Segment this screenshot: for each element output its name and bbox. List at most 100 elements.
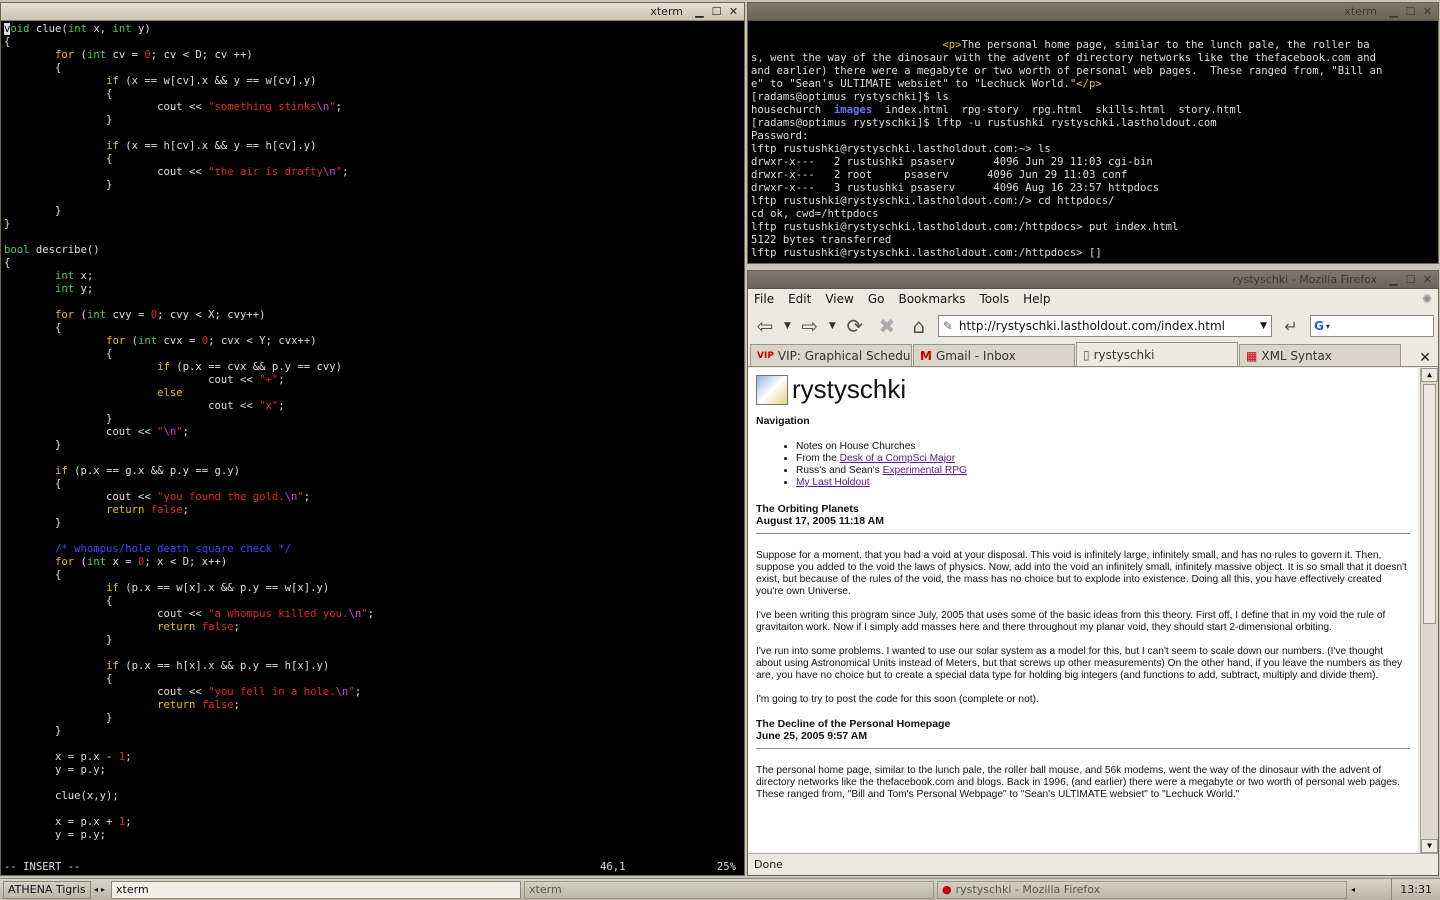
- taskbar-item-firefox[interactable]: ● rystyschki - Mozilla Firefox: [937, 880, 1348, 899]
- code-line: x = p.x + 1;: [4, 816, 132, 828]
- nav-link-rpg[interactable]: Experimental RPG: [883, 465, 967, 476]
- navigation-toolbar: ⇦ ▼ ⇨ ▼ ⟳ ✖ ⌂ ✎ http://rystyschki.lastho…: [748, 309, 1438, 343]
- scroll-up-icon[interactable]: ▲: [1421, 368, 1438, 382]
- code-line: cout << "x";: [4, 400, 285, 412]
- code-line: if (x == w[cv].x && y == w[cv].y): [106, 75, 317, 87]
- code-line: else: [157, 387, 183, 399]
- nav-item: Russ's and Sean's Experimental RPG: [796, 465, 1410, 477]
- minimize-icon[interactable]: ▁: [1387, 273, 1400, 286]
- scroll-thumb[interactable]: [1423, 384, 1436, 624]
- taskbar-item-athena[interactable]: ATHENA Tigris: [3, 880, 91, 899]
- shell-line: lftp rustushki@rystyschki.lastholdout.co…: [751, 143, 1051, 155]
- code-line: return false;: [106, 504, 190, 516]
- close-icon[interactable]: ✕: [1421, 5, 1434, 18]
- url-text[interactable]: http://rystyschki.lastholdout.com/index.…: [959, 319, 1225, 333]
- vim-window-titlebar[interactable]: xterm ▁ ☐ ✕: [1, 3, 744, 21]
- code-line: {: [4, 153, 113, 165]
- page-content: rystyschki Navigation Notes on House Chu…: [748, 368, 1418, 853]
- shell-xterm-window[interactable]: xterm ▁ ☐ ✕ <p>The personal home page, s…: [747, 2, 1439, 264]
- shell-line: housechurch images index.html rpg-story …: [751, 104, 1243, 116]
- url-dropdown-icon[interactable]: ▼: [1260, 321, 1267, 331]
- scroll-down-icon[interactable]: ▼: [1421, 839, 1438, 853]
- page-scrollbar[interactable]: ▲ ▼: [1420, 368, 1438, 853]
- vim-editor-buffer[interactable]: void clue(int x, int y){ for (int cv = 0…: [1, 21, 744, 857]
- nav-link-last-holdout[interactable]: My Last Holdout: [796, 477, 870, 488]
- close-icon[interactable]: ✕: [727, 5, 740, 18]
- post-paragraph: I've run into some problems. I wanted to…: [756, 646, 1403, 681]
- menu-tools[interactable]: Tools: [980, 292, 1010, 306]
- code-line: {: [4, 257, 11, 269]
- maximize-icon[interactable]: ☐: [1404, 5, 1417, 18]
- taskbar-item-xterm[interactable]: xterm: [524, 880, 935, 899]
- site-logo: [756, 374, 788, 405]
- vim-xterm-window[interactable]: xterm ▁ ☐ ✕ void clue(int x, int y){ for…: [0, 2, 745, 876]
- search-input[interactable]: G ▾: [1310, 315, 1434, 337]
- post-paragraph: I've been writing this program since Jul…: [756, 610, 1386, 633]
- page-proxy-icon[interactable]: ✎: [943, 319, 953, 333]
- taskbar: ATHENA Tigris ◂ ▸ xterm xterm ● rystyschk…: [0, 878, 1440, 900]
- firefox-window[interactable]: rystyschki - Mozilla Firefox ▁ ☐ ✕ File …: [747, 270, 1439, 876]
- pager-right-icon[interactable]: ▸: [101, 885, 105, 894]
- minimize-icon[interactable]: ▁: [693, 5, 706, 18]
- tab-rystyschki[interactable]: ▯ rystyschki: [1076, 342, 1238, 366]
- vim-cursor-position: 46,1: [600, 861, 626, 873]
- vim-status-line: -- INSERT -- 46,1 25%: [4, 861, 736, 873]
- code-line: }: [4, 439, 62, 451]
- taskbar-item-xterm-active[interactable]: xterm: [111, 880, 522, 899]
- close-tab-icon[interactable]: ✕: [1414, 350, 1436, 366]
- reload-icon[interactable]: ⟳: [842, 313, 868, 339]
- shell-line: Password:: [751, 130, 809, 142]
- close-icon[interactable]: ✕: [1421, 273, 1434, 286]
- nav-link-compsci[interactable]: Desk of a CompSci Major: [840, 453, 956, 464]
- back-icon[interactable]: ⇦: [752, 313, 778, 339]
- maximize-icon[interactable]: ☐: [710, 5, 723, 18]
- post-title: The Orbiting Planets: [756, 503, 859, 515]
- go-icon[interactable]: ↵: [1278, 313, 1304, 339]
- menu-help[interactable]: Help: [1023, 292, 1050, 306]
- tab-vip-schedule[interactable]: VIP VIP: Graphical Schedule: [750, 344, 912, 366]
- firefox-menubar: File Edit View Go Bookmarks Tools Help ✺: [748, 289, 1438, 309]
- google-search-icon[interactable]: G: [1314, 319, 1324, 333]
- code-line: cout << "you fell in a hole.\n";: [4, 686, 362, 698]
- url-bar[interactable]: ✎ http://rystyschki.lastholdout.com/inde…: [937, 315, 1272, 337]
- code-line: clue(x,y);: [4, 790, 119, 802]
- minimize-icon[interactable]: ▁: [1387, 5, 1400, 18]
- home-icon[interactable]: ⌂: [906, 313, 932, 339]
- stop-icon[interactable]: ✖: [874, 313, 900, 339]
- forward-icon[interactable]: ⇨: [797, 313, 823, 339]
- maximize-icon[interactable]: ☐: [1404, 273, 1417, 286]
- menu-file[interactable]: File: [754, 292, 774, 306]
- vip-icon: VIP: [757, 350, 774, 361]
- pager-left-icon[interactable]: ◂: [94, 885, 98, 894]
- tab-xml-syntax[interactable]: ▦ XML Syntax: [1239, 344, 1401, 366]
- code-line: return false;: [157, 699, 241, 711]
- code-line: {: [4, 322, 62, 334]
- tab-gmail[interactable]: M Gmail - Inbox: [913, 344, 1075, 366]
- tab-bar: VIP VIP: Graphical Schedule M Gmail - In…: [748, 342, 1438, 367]
- menu-view[interactable]: View: [825, 292, 853, 306]
- code-line: {: [4, 673, 113, 685]
- code-line: int y;: [55, 283, 94, 295]
- firefox-window-titlebar[interactable]: rystyschki - Mozilla Firefox ▁ ☐ ✕: [748, 271, 1438, 289]
- xml-icon: ▦: [1246, 348, 1258, 363]
- menu-edit[interactable]: Edit: [788, 292, 811, 306]
- site-header: rystyschki: [756, 374, 1410, 405]
- shell-terminal-output[interactable]: <p>The personal home page, similar to th…: [748, 21, 1438, 261]
- shell-line: drwxr-x--- 2 root psaserv 4096 Jun 29 11…: [751, 169, 1128, 181]
- code-line: {: [4, 595, 113, 607]
- back-dropdown-icon[interactable]: ▼: [784, 321, 791, 331]
- clock: 13:31: [1391, 879, 1440, 900]
- menu-go[interactable]: Go: [868, 292, 885, 306]
- code-line: x = p.x - 1;: [4, 751, 132, 763]
- forward-dropdown-icon[interactable]: ▼: [829, 321, 836, 331]
- menu-bookmarks[interactable]: Bookmarks: [898, 292, 965, 306]
- tray-arrow-icon[interactable]: ◂: [1351, 885, 1355, 894]
- code-line: if (p.x == w[x].x && p.y == w[x].y): [106, 582, 330, 594]
- code-line: }: [4, 413, 113, 425]
- gmail-icon: M: [920, 348, 932, 363]
- code-line: cout << "you found the gold.\n";: [4, 491, 311, 503]
- shell-window-titlebar[interactable]: xterm ▁ ☐ ✕: [748, 3, 1438, 21]
